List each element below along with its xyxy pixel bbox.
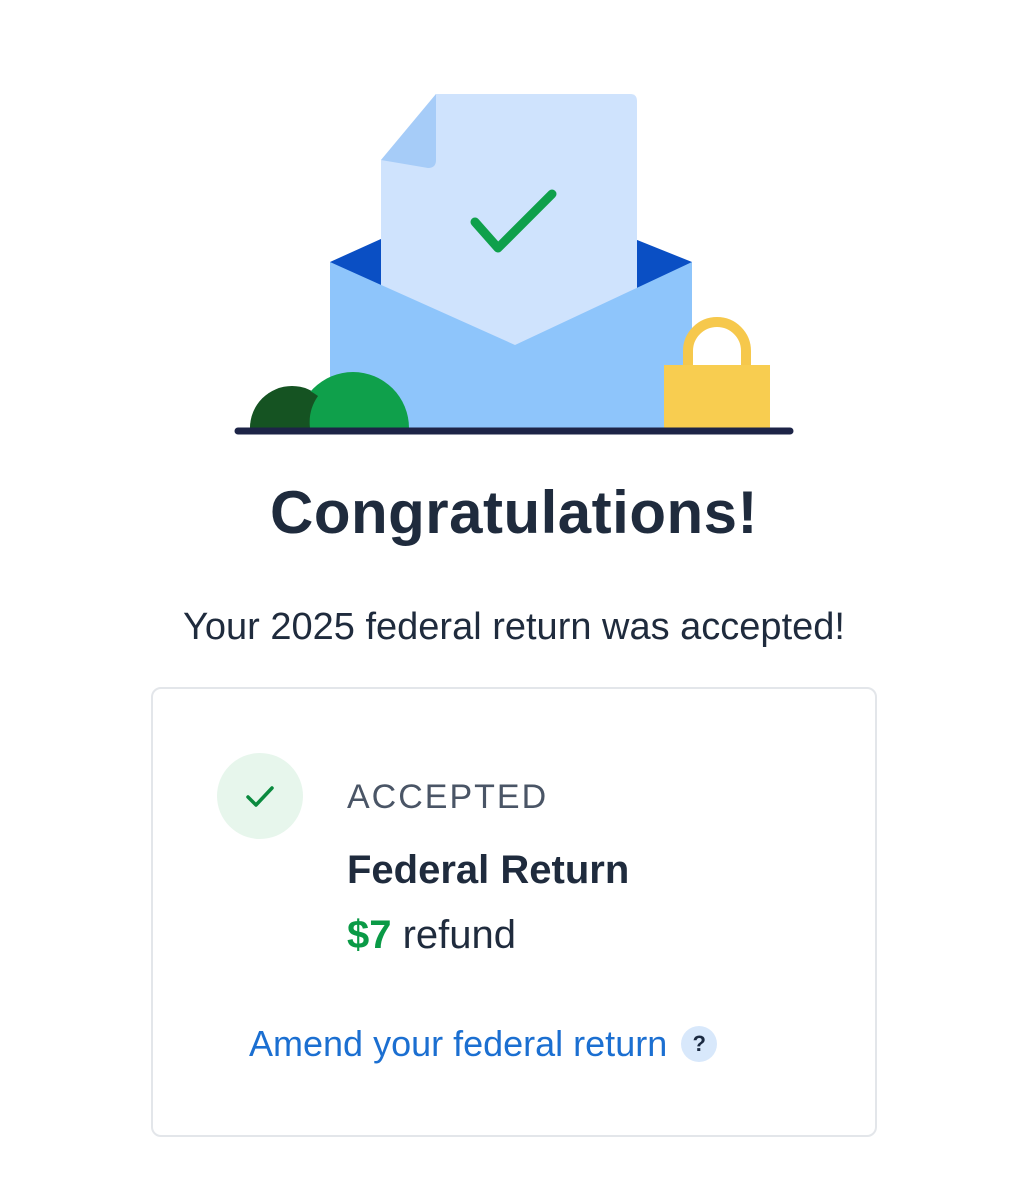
amend-federal-return-link[interactable]: Amend your federal return xyxy=(249,1023,667,1065)
document-corner-fold-icon xyxy=(381,94,436,168)
lock-shackle-icon xyxy=(683,317,751,371)
bush-dark-front-icon xyxy=(250,386,318,428)
hero-illustration xyxy=(0,0,1028,450)
return-name: Federal Return xyxy=(347,848,630,892)
refund-label: refund xyxy=(391,913,517,957)
amend-row: Amend your federal return ? xyxy=(249,1023,718,1065)
status-label: ACCEPTED xyxy=(347,778,549,816)
question-mark-icon[interactable]: ? xyxy=(681,1026,718,1062)
envelope-document-illustration xyxy=(234,94,794,435)
return-status-card: ACCEPTED Federal Return $7 refund Amend … xyxy=(151,687,877,1137)
page-title: Congratulations! xyxy=(270,479,758,546)
checkmark-icon xyxy=(246,786,274,807)
lock-body-icon xyxy=(664,365,770,429)
status-check-badge xyxy=(217,753,303,839)
page-subtitle: Your 2025 federal return was accepted! xyxy=(183,606,845,648)
refund-amount: $7 xyxy=(347,913,392,957)
refund-line: $7 refund xyxy=(347,913,516,958)
